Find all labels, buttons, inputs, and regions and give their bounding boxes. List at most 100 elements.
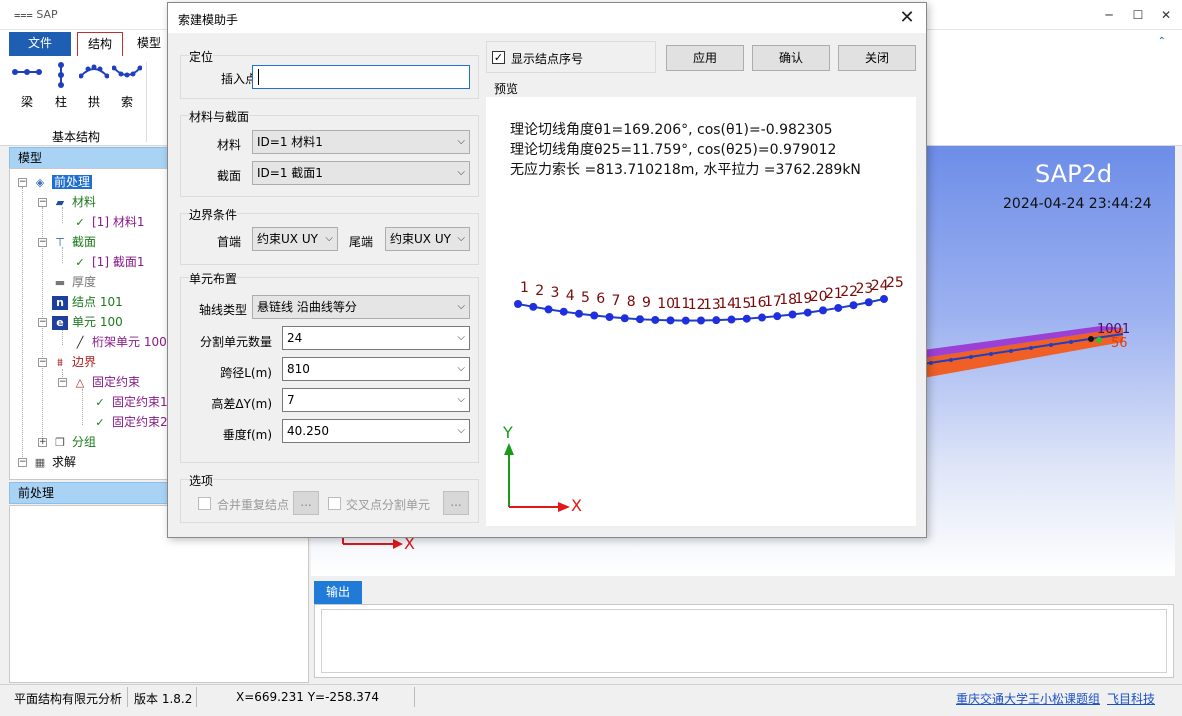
tree-toggle-fixed[interactable]: − [58,378,67,387]
dialog-close-button[interactable]: 关闭 [838,45,916,71]
boundary-title: 边界条件 [189,206,238,223]
close-button[interactable]: ✕ [1156,6,1176,24]
material-section-title: 材料与截面 [189,108,250,125]
node-number-label: 2 [535,282,545,299]
tree-toggle-elements[interactable]: − [38,318,47,327]
support-icon: △ [75,375,85,389]
tree-node-section-1[interactable]: ✓ [1] 截面1 [72,252,144,272]
span-label: 跨径L(m) [220,366,272,380]
tree-node-material-1[interactable]: ✓ [1] 材料1 [72,212,144,232]
node-icon: n [52,295,68,310]
tree-node-thickness[interactable]: ▬ 厚度 [52,272,96,292]
cable-node [559,307,568,316]
cable-label: 索 [120,95,133,109]
tree-toggle-preprocess[interactable]: − [18,178,27,187]
section-icon: ⊤ [55,235,65,249]
calculator-icon: ▦ [34,455,46,469]
tree-node-section[interactable]: ⊤ 截面 [52,232,96,252]
sag-select[interactable]: 40.250 ⌵ [282,419,470,443]
tree-toggle-boundary[interactable]: − [38,358,47,367]
insert-point-input[interactable] [252,65,470,89]
tree-node-preprocess[interactable]: ◈ 前处理 [32,172,93,192]
ribbon-collapse-icon[interactable]: ⌃ [1158,36,1166,47]
status-version: 版本 1.8.2 [134,692,193,706]
tab-structure[interactable]: 结构 [77,32,123,56]
node-number-label: 25 [886,275,904,291]
insert-point-label: 插入点 [220,72,257,86]
chevron-down-icon: ⌵ [457,233,465,244]
app-title: ⩶ SAP [14,8,58,21]
split-intersections-checkbox[interactable] [328,497,341,510]
arch-icon [78,64,110,79]
span-select[interactable]: 810 ⌵ [282,357,470,381]
canvas-node-label-orange: 56 [1111,336,1128,351]
height-diff-select[interactable]: 7 ⌵ [282,388,470,412]
output-textarea[interactable] [321,609,1167,673]
axis-type-select[interactable]: 悬链线 沿曲线等分 ⌵ [252,295,470,319]
cable-node [666,316,675,325]
check-icon: ✓ [95,395,105,409]
element-layout-group: 单元布置 轴线类型 悬链线 沿曲线等分 ⌵ 分割单元数量 24 ⌵ 跨径L(m) 8… [180,270,479,463]
material-label: 材料 [216,138,241,152]
split-options-button[interactable]: ... [443,491,469,515]
preview-title: 预览 [494,82,519,96]
chevron-down-icon: ⌵ [457,301,465,312]
output-tab[interactable]: 输出 [314,581,362,604]
tab-file[interactable]: 文件 [9,32,71,56]
tree-toggle-section[interactable]: − [38,238,47,247]
cable-node [773,312,782,321]
section-select[interactable]: ID=1 截面1 ⌵ [252,161,470,185]
minimize-button[interactable]: ─ [1099,6,1119,24]
dialog-close-icon[interactable]: ✕ [896,7,918,28]
tree-node-solve[interactable]: ▦ 求解 [32,452,76,472]
material-select[interactable]: ID=1 材料1 ⌵ [252,130,470,154]
node-number-label: 3 [550,285,560,302]
node-number-label: 9 [642,295,651,312]
boundary-group: 边界条件 首端 约束UX UY ⌵ 尾端 约束UX UY ⌵ [180,206,479,265]
cable-button[interactable]: 索 [111,62,143,110]
app-menu-icon[interactable]: ⩶ [14,8,36,21]
element-icon: e [52,315,68,330]
tail-end-select[interactable]: 约束UX UY ⌵ [385,227,470,251]
status-app-desc: 平面结构有限元分析 [14,692,123,706]
arch-button[interactable]: 拱 [78,62,110,110]
tab-model[interactable]: 模型 [129,32,169,56]
maximize-button[interactable]: ☐ [1128,6,1148,24]
column-button[interactable]: 柱 [46,62,76,110]
apply-button[interactable]: 应用 [666,45,744,71]
tree-node-nodes[interactable]: n 结点 101 [52,292,123,312]
head-end-select[interactable]: 约束UX UY ⌵ [252,227,338,251]
section-label: 截面 [216,169,241,183]
split-intersections-label: 交叉点分割单元 [346,498,431,512]
confirm-button[interactable]: 确认 [752,45,830,71]
ribbon-separator [146,62,147,142]
cable-node [758,313,766,322]
options-group: 选项 合并重复结点 ... 交叉点分割单元 ... [180,472,479,523]
tree-node-truss[interactable]: ╱ 桁架单元 100 [72,332,167,352]
group-icon: ❐ [55,435,65,449]
height-diff-label: 高差ΔY(m) [211,397,272,411]
cable-node [590,311,599,320]
status-company-link[interactable]: 飞目科技 [1107,690,1155,707]
tree-node-boundary[interactable]: ⩩ 边界 [52,352,96,372]
element-count-select[interactable]: 24 ⌵ [282,326,470,350]
tree-node-fixed[interactable]: △ 固定约束 [72,372,140,392]
material-icon: ▰ [55,195,65,209]
beam-button[interactable]: 梁 [12,62,42,110]
tree-node-group[interactable]: ❐ 分组 [52,432,96,452]
tree-node-fixed-2[interactable]: ✓ 固定约束2 [92,412,167,432]
tree-toggle-group[interactable]: + [38,438,47,447]
tree-node-elements[interactable]: e 单元 100 [52,312,123,332]
tree-toggle-material[interactable]: − [38,198,47,207]
merge-options-button[interactable]: ... [293,491,319,515]
tree-node-material[interactable]: ▰ 材料 [52,192,96,212]
status-coordinates: X=669.231 Y=-258.374 [236,690,380,704]
axis-type-label: 轴线类型 [198,303,247,317]
show-node-numbers-checkbox[interactable]: ✓ [492,51,505,64]
arch-label: 拱 [87,95,100,109]
tree-toggle-solve[interactable]: − [18,458,27,467]
status-credit-link[interactable]: 重庆交通大学王小松课题组 [956,690,1100,707]
merge-nodes-checkbox[interactable] [198,497,211,510]
tree-node-fixed-1[interactable]: ✓ 固定约束1 [92,392,167,412]
cable-node [605,313,614,321]
